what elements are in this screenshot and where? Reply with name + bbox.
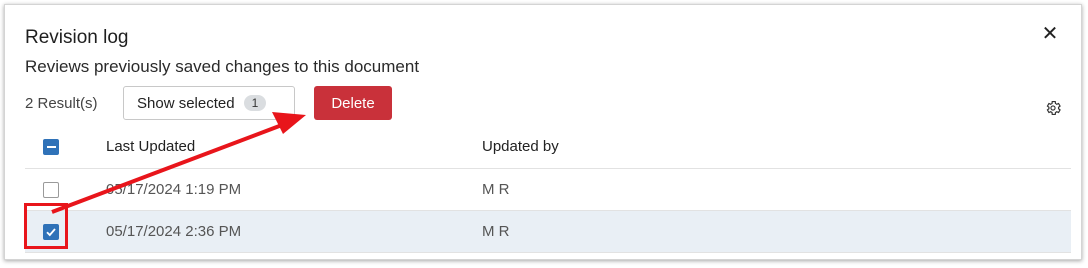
result-count: 2 Result(s): [25, 95, 98, 112]
table-header: Last Updated Updated by: [25, 125, 1071, 169]
table-row[interactable]: 05/17/2024 1:19 PM M R: [25, 169, 1071, 211]
dialog-title: Revision log: [25, 27, 129, 48]
column-header-last-updated[interactable]: Last Updated: [106, 125, 195, 168]
table-row[interactable]: 05/17/2024 2:36 PM M R: [25, 211, 1071, 253]
selected-count-badge: 1: [243, 95, 267, 111]
row-checkbox[interactable]: [43, 223, 59, 240]
show-selected-label: Show selected: [137, 94, 235, 112]
gear-icon[interactable]: [1044, 99, 1062, 117]
column-header-updated-by[interactable]: Updated by: [482, 125, 559, 168]
checkmark-icon: [46, 227, 56, 236]
show-selected-button[interactable]: Show selected 1: [123, 86, 295, 120]
select-all-checkbox[interactable]: [43, 138, 59, 155]
dialog-subtitle: Reviews previously saved changes to this…: [25, 57, 420, 76]
last-updated-cell: 05/17/2024 2:36 PM: [106, 223, 242, 240]
close-icon[interactable]: ✕: [1041, 24, 1059, 44]
updated-by-cell: M R: [482, 223, 510, 240]
row-checkbox[interactable]: [43, 181, 59, 198]
updated-by-cell: M R: [482, 181, 510, 198]
last-updated-cell: 05/17/2024 1:19 PM: [106, 181, 242, 198]
delete-button[interactable]: Delete: [314, 86, 392, 120]
revision-log-dialog: Revision log Reviews previously saved ch…: [4, 4, 1082, 260]
